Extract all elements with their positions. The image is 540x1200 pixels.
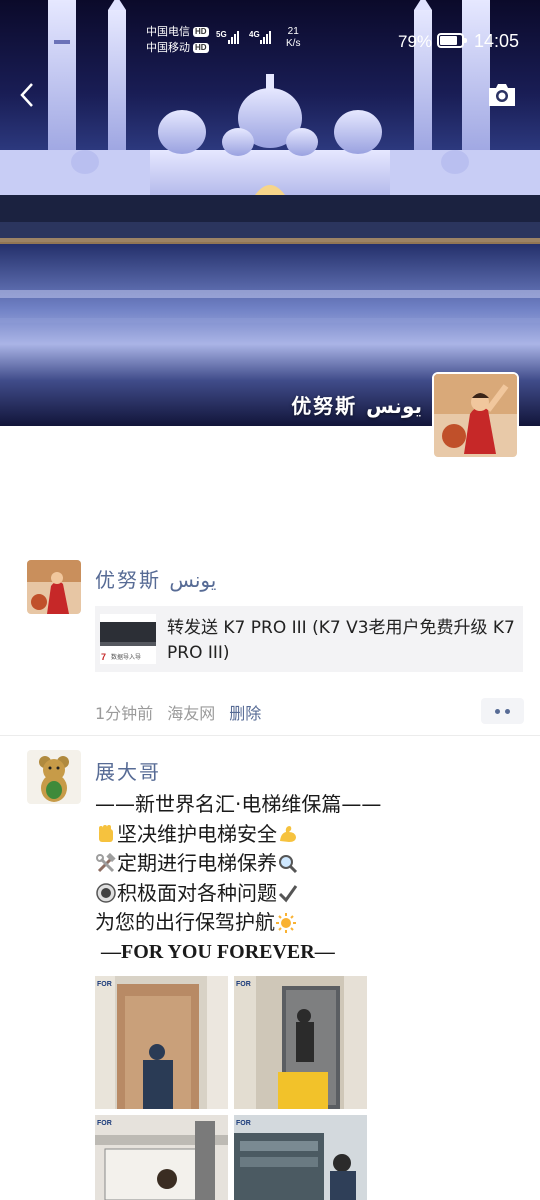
carrier-1-label: 中国电信 <box>146 26 190 38</box>
svg-text:7: 7 <box>101 652 106 662</box>
moment-post: 展大哥 ——新世界名汇·电梯维保篇—— 坚决维护电梯安全 定期进行电梯保养 积极… <box>0 750 540 1200</box>
radio-button-icon <box>96 883 116 903</box>
hammer-wrench-icon <box>96 852 116 872</box>
post-line-text: 积极面对各种问题 <box>117 880 277 905</box>
thumb-caption: 数据导入导 <box>111 653 141 661</box>
signal-bars-2-icon <box>260 30 271 44</box>
shared-link-card[interactable]: 7 数据导入导 转发送 K7 PRO III (K7 V3老用户免费升级 K7 … <box>95 606 523 672</box>
photo-thumbnail[interactable]: FOR <box>95 1115 228 1200</box>
post-line: 定期进行电梯保养 <box>95 849 381 879</box>
author-avatar[interactable] <box>27 750 81 804</box>
profile-avatar[interactable] <box>432 372 519 459</box>
raised-fist-icon <box>99 825 113 843</box>
carrier-info: 中国电信 HD 中国移动 HD <box>146 24 209 56</box>
post-time: 1分钟前 <box>95 704 154 723</box>
photo-watermark: FOR <box>236 1120 251 1127</box>
shared-link-title: 转发送 K7 PRO III (K7 V3老用户免费升级 K7 PRO III) <box>167 618 515 663</box>
post-body: ——新世界名汇·电梯维保篇—— 坚决维护电梯安全 定期进行电梯保养 积极面对各种… <box>95 790 381 967</box>
post-line-text: 为您的出行保驾护航 <box>95 910 275 934</box>
post-meta: 1分钟前 海友网 删除 <box>95 700 261 724</box>
photo-watermark: FOR <box>97 1120 112 1127</box>
post-line: 积极面对各种问题 <box>95 879 381 909</box>
hd-badge: HD <box>193 43 209 53</box>
shared-link-thumbnail: 7 数据导入导 <box>100 614 156 664</box>
dot-icon <box>495 708 500 714</box>
battery-percent: 79% <box>398 32 433 51</box>
photo-thumbnail[interactable]: FOR <box>234 1115 367 1200</box>
back-button[interactable] <box>14 80 44 110</box>
cover-image[interactable]: 中国电信 HD 中国移动 HD 5G 4G 21 K/s 79% 14:05 优努斯… <box>0 0 540 426</box>
signal-type-1: 5G <box>216 30 227 39</box>
post-line-text: ——新世界名汇·电梯维保篇—— <box>95 792 382 816</box>
check-mark-icon <box>278 885 298 903</box>
flexed-biceps-icon <box>280 826 296 843</box>
moment-post: 优努斯 يونس 7 数据导入导 转发送 K7 PRO III (K7 V3老用… <box>0 560 540 736</box>
chevron-left-icon <box>20 83 33 107</box>
post-line: 坚决维护电梯安全 <box>95 820 381 850</box>
photo-watermark: FOR <box>236 981 251 988</box>
status-bar: 中国电信 HD 中国移动 HD 5G 4G 21 K/s 79% 14:05 <box>0 0 540 60</box>
dot-icon <box>505 708 510 714</box>
battery-icon <box>437 33 467 48</box>
post-line: 为您的出行保驾护航 <box>95 908 381 938</box>
signal-type-2: 4G <box>249 30 260 39</box>
mosque-night-scene <box>0 0 540 426</box>
post-line: —FOR YOU FOREVER— <box>95 938 381 968</box>
photo-thumbnail[interactable]: FOR <box>234 976 367 1109</box>
basketball-player-avatar-image <box>27 560 81 614</box>
author-name[interactable]: 优努斯 يونس <box>95 564 216 593</box>
more-actions-button[interactable] <box>481 698 524 724</box>
clock: 14:05 <box>474 31 520 51</box>
camera-button[interactable] <box>486 82 518 108</box>
basketball-player-avatar-image <box>434 374 517 457</box>
author-name[interactable]: 展大哥 <box>95 756 161 785</box>
post-line-text: —FOR YOU FOREVER— <box>101 940 335 963</box>
network-speed-unit: K/s <box>286 38 301 49</box>
photo-thumbnail[interactable]: FOR <box>95 976 228 1109</box>
post-line-text: 坚决维护电梯安全 <box>117 821 277 846</box>
sun-icon <box>276 912 296 933</box>
post-source[interactable]: 海友网 <box>167 700 215 724</box>
hd-badge: HD <box>193 27 209 37</box>
photo-watermark: FOR <box>97 981 112 988</box>
network-speed: 21 K/s <box>286 26 300 50</box>
cover-user-name: 优努斯 يونس <box>291 394 422 418</box>
magnifier-icon <box>279 854 298 873</box>
post-line-text: 定期进行电梯保养 <box>117 851 277 875</box>
network-speed-value: 21 <box>287 26 299 37</box>
camera-icon <box>489 84 515 106</box>
delete-button[interactable]: 删除 <box>229 700 261 724</box>
post-line: ——新世界名汇·电梯维保篇—— <box>95 790 381 820</box>
bear-figurine-avatar-image <box>27 750 81 804</box>
carrier-2-label: 中国移动 <box>146 42 190 54</box>
signal-bars-1-icon <box>228 30 239 44</box>
author-avatar[interactable] <box>27 560 81 614</box>
